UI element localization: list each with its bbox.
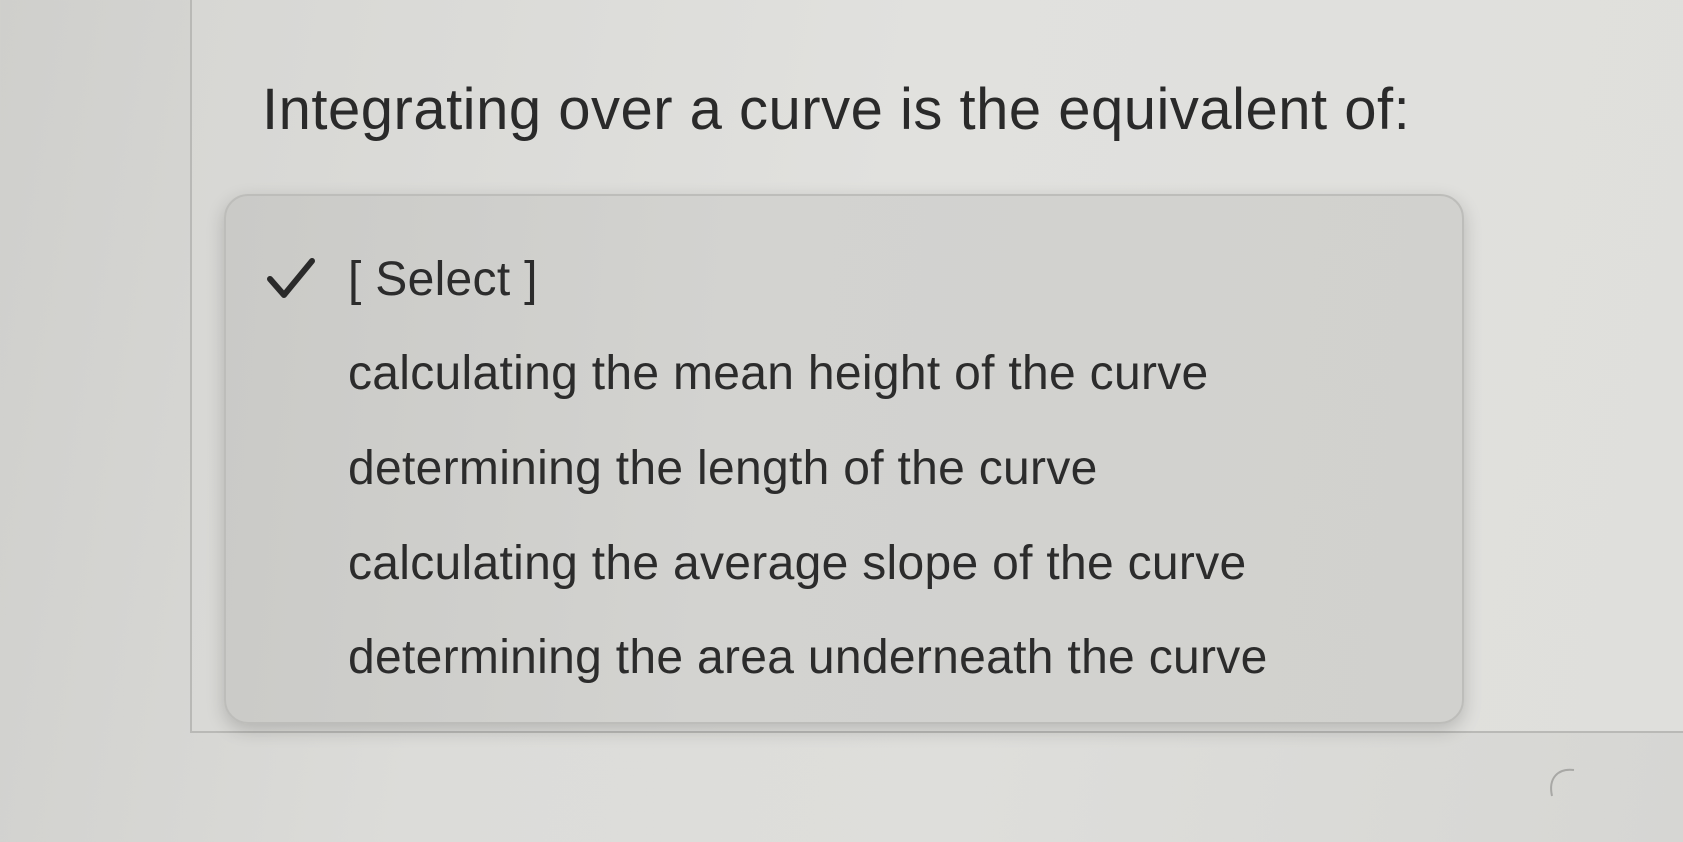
dropdown-option-label: determining the area underneath the curv… (348, 630, 1268, 684)
dropdown-option-average-slope[interactable]: calculating the average slope of the cur… (226, 516, 1462, 610)
question-text: Integrating over a curve is the equivale… (262, 77, 1411, 142)
dropdown-option-label: [ Select ] (348, 252, 538, 306)
answer-dropdown-menu[interactable]: [ Select ] calculating the mean height o… (224, 194, 1464, 724)
dropdown-option-area-underneath[interactable]: determining the area underneath the curv… (226, 610, 1462, 704)
dropdown-option-mean-height[interactable]: calculating the mean height of the curve (226, 326, 1462, 420)
dropdown-option-length[interactable]: determining the length of the curve (226, 421, 1462, 515)
checkmark-icon (267, 258, 315, 298)
dropdown-option-label: determining the length of the curve (348, 441, 1098, 495)
partial-arc-decoration (1550, 768, 1575, 797)
dropdown-option-label: calculating the mean height of the curve (348, 346, 1209, 400)
dropdown-option-select-placeholder[interactable]: [ Select ] (226, 232, 1462, 326)
dropdown-option-label: calculating the average slope of the cur… (348, 536, 1247, 590)
